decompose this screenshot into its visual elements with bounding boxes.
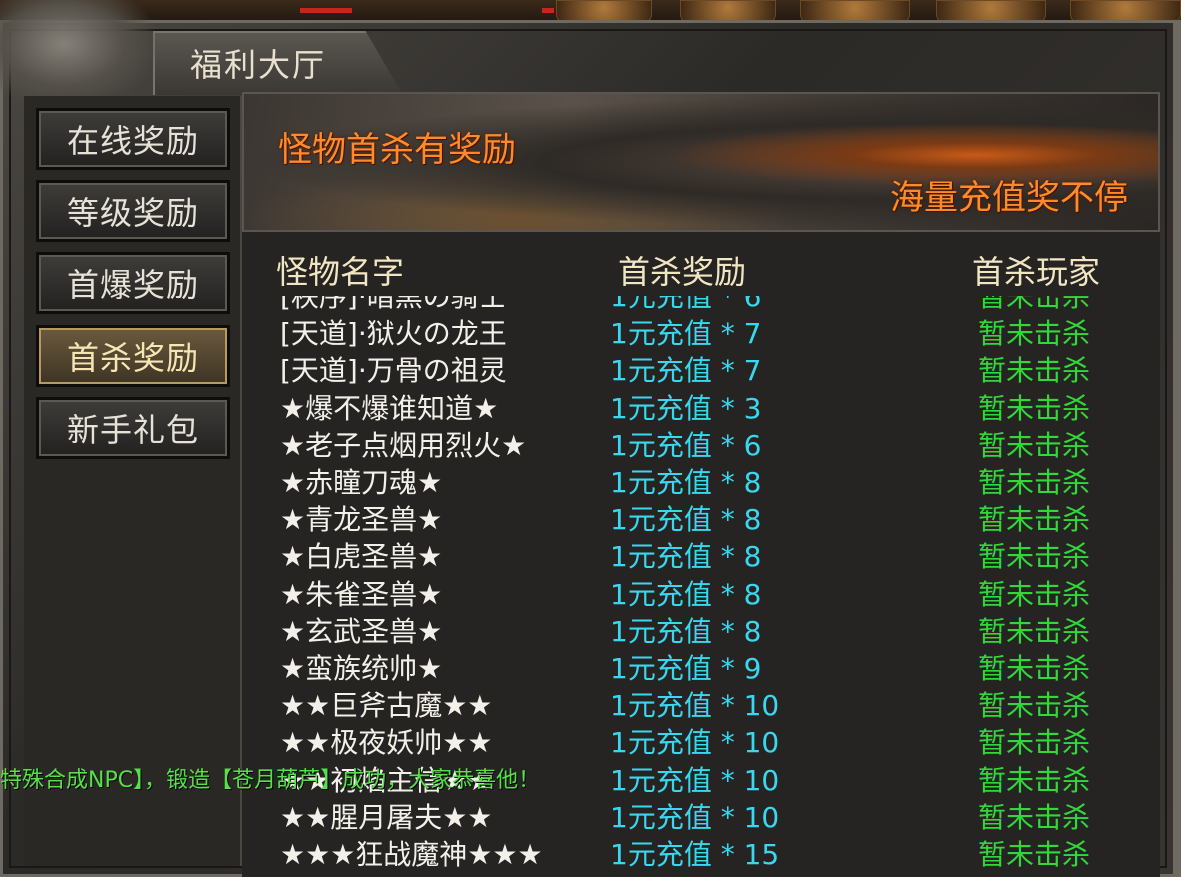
kill-player: 暂未击杀 xyxy=(978,689,1091,723)
kill-player: 暂未击杀 xyxy=(978,428,1091,462)
reward-value: 1元充值 * 8 xyxy=(610,466,762,499)
table-row: ★白虎圣兽★ 1元充值 * 8 暂未击杀 xyxy=(242,538,1160,575)
reward-value: 1元充值 * 8 xyxy=(610,540,762,574)
monster-name: ★白虎圣兽★ xyxy=(280,540,443,574)
table-row: [天道]·万骨の祖灵 1元充值 * 7 暂未击杀 xyxy=(242,352,1160,389)
banner: 怪物首杀有奖励 海量充值奖不停 xyxy=(242,92,1160,232)
dragon-ornament-icon xyxy=(0,0,160,110)
table-row: ★玄武圣兽★ 1元充值 * 8 暂未击杀 xyxy=(242,613,1160,650)
reward-value: 1元充值 * 7 xyxy=(610,317,762,351)
table-row: ★★腥月屠夫★★ 1元充值 * 10 暂未击杀 xyxy=(242,799,1160,836)
kill-player: 暂未击杀 xyxy=(978,726,1091,760)
kill-player: 暂未击杀 xyxy=(978,354,1091,388)
kill-player: 暂未击杀 xyxy=(978,652,1091,685)
chat-message: 特殊合成NPC】，锻造【苍月葫芦】成功，大家恭喜他！ xyxy=(0,768,541,793)
reward-value: 1元充值 * 10 xyxy=(610,763,780,797)
sidebar-item-first-drop-reward[interactable]: 首爆奖励 xyxy=(36,252,230,314)
table-row: ★青龙圣兽★ 1元充值 * 8 暂未击杀 xyxy=(242,501,1160,538)
reward-value: 1元充值 * 3 xyxy=(610,391,762,425)
sidebar-item-newbie-pack[interactable]: 新手礼包 xyxy=(36,397,230,459)
table-row: ★★★狂战魔神★★★ 1元充值 * 15 暂未击杀 xyxy=(242,836,1160,873)
sidebar: 在线奖励 等级奖励 首爆奖励 首杀奖励 新手礼包 xyxy=(24,96,242,866)
monster-name: ★★腥月屠夫★★ xyxy=(280,800,493,834)
sidebar-item-online-reward[interactable]: 在线奖励 xyxy=(36,108,230,170)
kill-player: 暂未击杀 xyxy=(978,503,1091,537)
kill-player: 暂未击杀 xyxy=(978,614,1091,648)
kill-player: 暂未击杀 xyxy=(978,317,1091,351)
table-row: [秩序]·暗黑の骑士 1元充值 * 6 暂未击杀 xyxy=(242,296,1160,315)
sidebar-item-level-reward[interactable]: 等级奖励 xyxy=(36,180,230,242)
table-row: ★蛮族统帅★ 1元充值 * 9 暂未击杀 xyxy=(242,650,1160,687)
table-row: ★★巨斧古魔★★ 1元充值 * 10 暂未击杀 xyxy=(242,687,1160,724)
reward-value: 1元充值 * 15 xyxy=(610,838,780,871)
reward-value: 1元充值 * 6 xyxy=(610,296,762,313)
kill-player: 暂未击杀 xyxy=(978,763,1091,797)
reward-value: 1元充值 * 8 xyxy=(610,503,762,537)
reward-value: 1元充值 * 8 xyxy=(610,577,762,611)
table-row: ★老子点烟用烈火★ 1元充值 * 6 暂未击杀 xyxy=(242,427,1160,464)
column-header-monster: 怪物名字 xyxy=(276,253,405,291)
monster-name: ★爆不爆谁知道★ xyxy=(280,391,499,425)
reward-value: 1元充值 * 7 xyxy=(610,354,762,388)
column-header-reward: 首杀奖励 xyxy=(618,253,747,291)
monster-name: [天道]·狱火の龙王 xyxy=(280,317,507,351)
reward-value: 1元充值 * 9 xyxy=(610,652,762,685)
hp-bar xyxy=(300,8,352,13)
table-row: ★爆不爆谁知道★ 1元充值 * 3 暂未击杀 xyxy=(242,390,1160,427)
monster-name: ★玄武圣兽★ xyxy=(280,614,443,648)
reward-value: 1元充值 * 10 xyxy=(610,726,780,760)
table-row: ★朱雀圣兽★ 1元充值 * 8 暂未击杀 xyxy=(242,576,1160,613)
kill-player: 暂未击杀 xyxy=(978,466,1091,499)
reward-value: 1元充值 * 8 xyxy=(610,614,762,648)
monster-name: ★朱雀圣兽★ xyxy=(280,577,443,611)
reward-value: 1元充值 * 10 xyxy=(610,689,780,723)
monster-name: [秩序]·暗黑の骑士 xyxy=(280,296,507,313)
hp-bar-secondary xyxy=(542,8,554,13)
monster-name: ★★巨斧古魔★★ xyxy=(280,689,493,723)
monster-name: ★★★狂战魔神★★★ xyxy=(280,838,543,871)
reward-value: 1元充值 * 6 xyxy=(610,428,762,462)
reward-value: 1元充值 * 10 xyxy=(610,800,780,834)
monster-name: ★青龙圣兽★ xyxy=(280,503,443,537)
banner-right-text: 海量充值奖不停 xyxy=(890,178,1128,218)
kill-player: 暂未击杀 xyxy=(978,800,1091,834)
sidebar-item-first-kill-reward[interactable]: 首杀奖励 xyxy=(36,325,230,387)
kill-player: 暂未击杀 xyxy=(978,838,1091,871)
content-area: 怪物首杀有奖励 海量充值奖不停 怪物名字 首杀奖励 首杀玩家 [秩序]·暗黑の骑… xyxy=(242,92,1160,877)
panel-title: 福利大厅 xyxy=(190,46,327,84)
table-row: ★★极夜妖帅★★ 1元充值 * 10 暂未击杀 xyxy=(242,724,1160,761)
monster-name: ★蛮族统帅★ xyxy=(280,652,443,685)
monster-name: ★老子点烟用烈火★ xyxy=(280,428,527,462)
monster-name: ★赤瞳刀魂★ xyxy=(280,466,443,499)
column-header-player: 首杀玩家 xyxy=(972,253,1101,291)
monster-name: ★★极夜妖帅★★ xyxy=(280,726,493,760)
kill-player: 暂未击杀 xyxy=(978,540,1091,574)
kill-player: 暂未击杀 xyxy=(978,391,1091,425)
table-row: ★赤瞳刀魂★ 1元充值 * 8 暂未击杀 xyxy=(242,464,1160,501)
monster-name: [天道]·万骨の祖灵 xyxy=(280,354,507,388)
table-row: [天道]·狱火の龙王 1元充值 * 7 暂未击杀 xyxy=(242,315,1160,352)
kill-player: 暂未击杀 xyxy=(978,296,1091,313)
kill-player: 暂未击杀 xyxy=(978,577,1091,611)
banner-left-text: 怪物首杀有奖励 xyxy=(278,130,516,170)
